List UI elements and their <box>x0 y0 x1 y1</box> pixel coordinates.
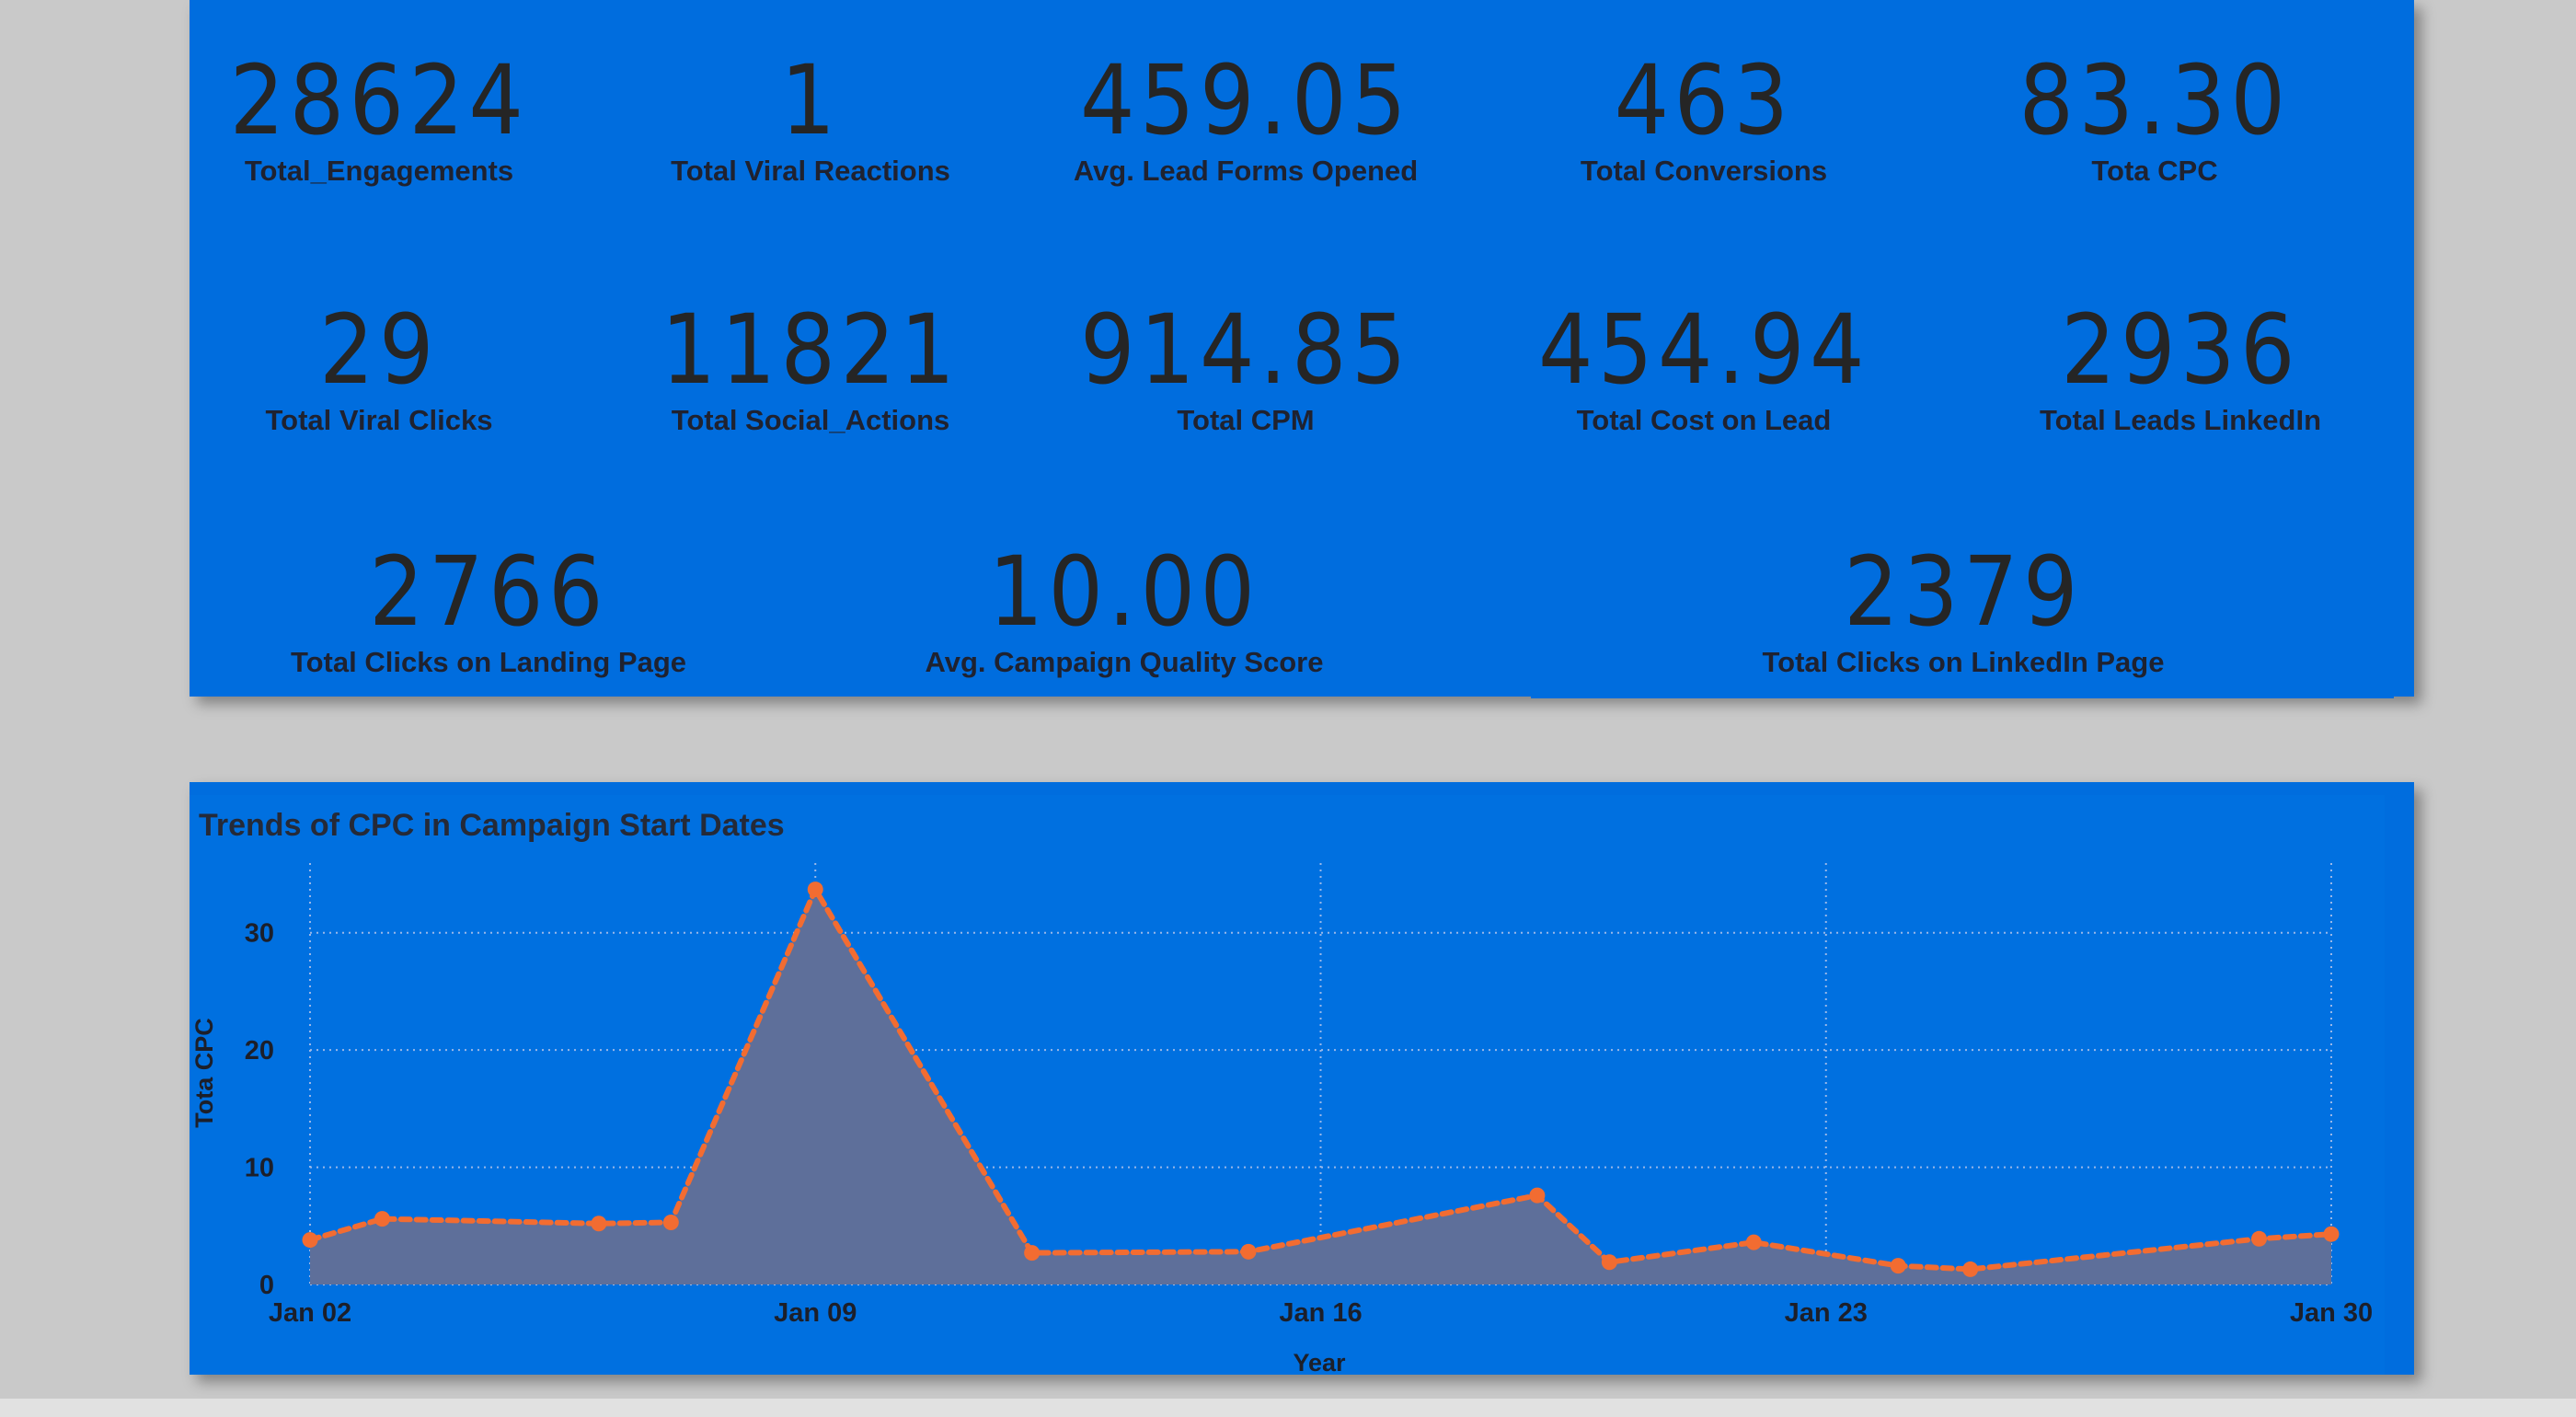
kpi-card-total-viral-reactions[interactable]: 1 Total Viral Reactions <box>671 50 950 188</box>
page-bottom-strip <box>0 1399 2576 1417</box>
kpi-label: Total Clicks on LinkedIn Page <box>1762 646 2165 678</box>
kpi-panel: 28624 Total_Engagements 1 Total Viral Re… <box>190 0 2414 698</box>
x-axis-ticks: Jan 02 Jan 09 Jan 16 Jan 23 Jan 30 <box>269 1298 2373 1328</box>
x-tick-label: Jan 23 <box>1785 1298 1868 1328</box>
y-axis-ticks: 0 10 20 30 <box>245 919 274 1300</box>
data-point[interactable] <box>662 1214 679 1230</box>
cpc-trend-chart[interactable]: 0 10 20 30 Jan 02 Jan 09 Jan 16 Jan 23 Jan 30 Y… <box>190 795 2385 1375</box>
kpi-value: 1 <box>780 44 841 156</box>
kpi-card-avg-lead-forms-opened[interactable]: 459.05 Avg. Lead Forms Opened <box>1062 50 1430 188</box>
kpi-label: Tota CPC <box>2091 155 2218 187</box>
kpi-value: 454.94 <box>1538 294 1869 406</box>
kpi-label: Total Viral Reactions <box>671 155 950 187</box>
y-tick-label: 10 <box>245 1154 274 1183</box>
kpi-value: 2766 <box>369 536 608 648</box>
kpi-card-tota-cpc[interactable]: 83.30 Tota CPC <box>2004 50 2306 188</box>
kpi-card-total-cpm[interactable]: 914.85 Total CPM <box>1062 299 1430 437</box>
data-point[interactable] <box>1745 1234 1762 1250</box>
kpi-label: Total Leads LinkedIn <box>2039 404 2322 436</box>
kpi-card-total-clicks-on-linkedin-page[interactable]: 2379 Total Clicks on LinkedIn Page <box>1763 541 2165 679</box>
kpi-value: 2936 <box>2061 294 2300 406</box>
x-tick-label: Jan 09 <box>774 1298 857 1328</box>
data-point[interactable] <box>2251 1230 2268 1247</box>
data-point[interactable] <box>1601 1254 1617 1271</box>
kpi-card-total-viral-clicks[interactable]: 29 Total Viral Clicks <box>266 299 493 437</box>
data-point[interactable] <box>1529 1187 1546 1204</box>
kpi-card-total-clicks-on-landing-page[interactable]: 2766 Total Clicks on Landing Page <box>291 541 686 679</box>
kpi-value: 29 <box>319 294 439 406</box>
kpi-value: 2379 <box>1844 536 2083 648</box>
panel-edge <box>1531 697 2394 698</box>
data-point[interactable] <box>374 1211 390 1227</box>
kpi-label: Total Cost on Lead <box>1576 404 1832 436</box>
x-tick-label: Jan 02 <box>269 1298 351 1328</box>
kpi-label: Avg. Campaign Quality Score <box>925 646 1324 678</box>
kpi-label: Total Viral Clicks <box>265 404 493 436</box>
kpi-label: Total Conversions <box>1580 155 1828 187</box>
y-tick-label: 0 <box>259 1271 274 1300</box>
x-tick-label: Jan 30 <box>2290 1298 2373 1328</box>
y-axis-title: Tota CPC <box>190 1018 218 1128</box>
kpi-value: 914.85 <box>1080 294 1411 406</box>
data-point[interactable] <box>2323 1226 2340 1242</box>
data-point[interactable] <box>1890 1258 1906 1274</box>
x-axis-title: Year <box>1293 1349 1346 1375</box>
data-point[interactable] <box>807 881 823 898</box>
data-point[interactable] <box>1240 1243 1257 1260</box>
y-tick-label: 20 <box>245 1036 274 1066</box>
kpi-card-total-leads-linkedin[interactable]: 2936 Total Leads LinkedIn <box>2040 299 2321 437</box>
kpi-card-total-engagements[interactable]: 28624 Total_Engagements <box>213 50 546 188</box>
kpi-card-total-cost-on-lead[interactable]: 454.94 Total Cost on Lead <box>1520 299 1888 437</box>
kpi-card-total-conversions[interactable]: 463 Total Conversions <box>1581 50 1827 188</box>
kpi-label: Avg. Lead Forms Opened <box>1073 155 1419 187</box>
kpi-label: Total_Engagements <box>244 155 514 187</box>
kpi-value: 11821 <box>661 294 960 406</box>
chart-panel[interactable]: Trends of CPC in Campaign Start Dates 01… <box>190 782 2414 1375</box>
kpi-value: 463 <box>1614 44 1794 156</box>
chart-area[interactable]: Trends of CPC in Campaign Start Dates 01… <box>190 795 2385 1375</box>
kpi-value: 459.05 <box>1080 44 1411 156</box>
data-point[interactable] <box>302 1232 318 1249</box>
data-point[interactable] <box>1024 1245 1041 1261</box>
x-tick-label: Jan 16 <box>1279 1298 1362 1328</box>
kpi-card-avg-campaign-quality-score[interactable]: 10.00 Avg. Campaign Quality Score <box>926 541 1324 679</box>
kpi-label: Total Social_Actions <box>671 404 950 436</box>
data-point[interactable] <box>591 1215 607 1232</box>
kpi-label: Total CPM <box>1177 404 1315 436</box>
kpi-label: Total Clicks on Landing Page <box>290 646 687 678</box>
kpi-value: 83.30 <box>2018 44 2291 156</box>
kpi-value: 10.00 <box>988 536 1260 648</box>
y-tick-label: 30 <box>245 919 274 949</box>
data-point[interactable] <box>1962 1261 1979 1277</box>
kpi-value: 28624 <box>229 44 529 156</box>
kpi-card-total-social-actions[interactable]: 11821 Total Social_Actions <box>645 299 977 437</box>
